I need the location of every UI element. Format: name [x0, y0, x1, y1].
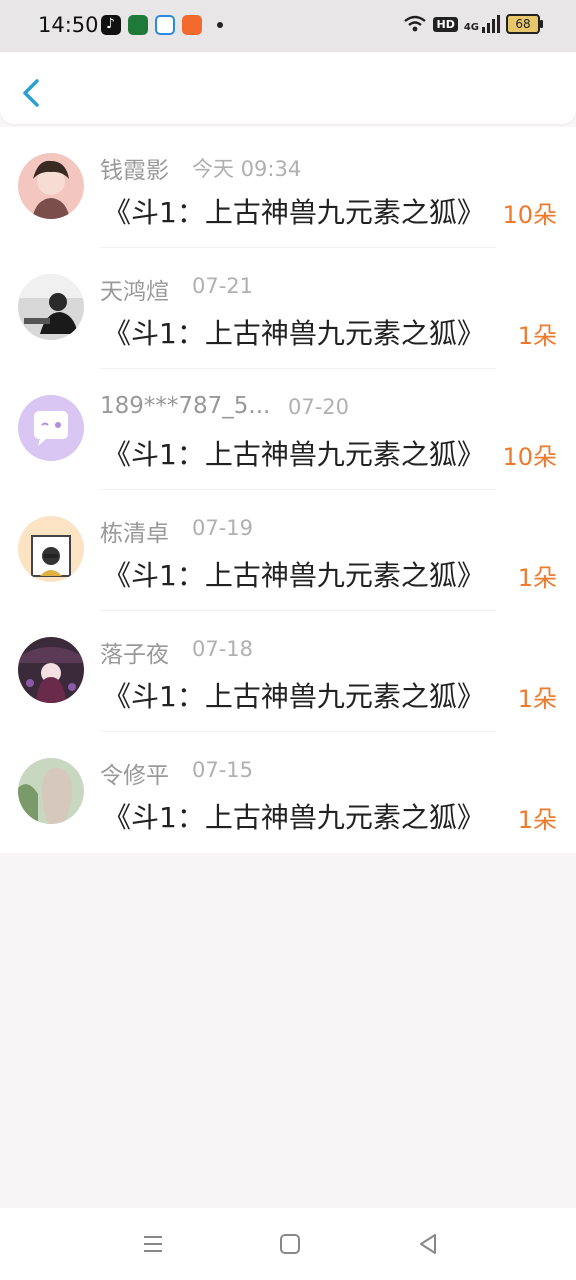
hd-icon: HD — [433, 16, 458, 32]
book-title: 《斗1：上古神兽九元素之狐》 — [103, 801, 485, 834]
flower-count: 10朵 — [502, 443, 557, 471]
wifi-icon — [404, 15, 427, 32]
back-triangle-icon[interactable] — [414, 1230, 442, 1258]
book-title: 《斗1：上古神兽九元素之狐》 — [103, 559, 485, 592]
network-label: 4G — [463, 22, 479, 33]
blue-app-icon — [155, 15, 175, 35]
list-item[interactable]: 令修平 07-15 《斗1：上古神兽九元素之狐》 1朵 — [0, 732, 576, 853]
home-square-icon[interactable] — [276, 1230, 304, 1258]
status-time: 14:50 — [38, 13, 99, 37]
status-right: HD 4G 68 — [403, 14, 543, 34]
sender-name: 落子夜 — [100, 642, 169, 668]
avatar — [18, 274, 84, 340]
avatar — [18, 758, 84, 824]
gift-date: 07-20 — [288, 395, 350, 419]
book-title: 《斗1：上古神兽九元素之狐》 — [103, 317, 485, 350]
orange-app-icon — [182, 15, 202, 35]
back-button[interactable] — [18, 76, 46, 110]
list-item[interactable]: 钱霞影 今天 09:34 《斗1：上古神兽九元素之狐》 10朵 — [0, 127, 576, 248]
green-app-icon — [128, 15, 148, 35]
list-item[interactable]: 天鸿煊 07-21 《斗1：上古神兽九元素之狐》 1朵 — [0, 248, 576, 369]
flower-count: 10朵 — [502, 201, 557, 229]
avatar — [18, 637, 84, 703]
avatar — [18, 395, 84, 461]
list-item[interactable]: 落子夜 07-18 《斗1：上古神兽九元素之狐》 1朵 — [0, 611, 576, 732]
sender-name: 天鸿煊 — [100, 279, 169, 305]
sender-name: 栋清卓 — [100, 521, 169, 547]
signal-icon: 4G — [464, 15, 500, 33]
list-item[interactable]: 189***787_5... 07-20 《斗1：上古神兽九元素之狐》 10朵 — [0, 369, 576, 490]
system-nav-bar — [0, 1208, 576, 1280]
gift-date: 07-18 — [192, 637, 254, 661]
list-item[interactable]: 栋清卓 07-19 《斗1：上古神兽九元素之狐》 1朵 — [0, 490, 576, 611]
status-bar: 14:50 HD 4G 68 — [0, 0, 576, 52]
more-notifications-dot — [217, 22, 223, 28]
flower-count: 1朵 — [517, 806, 557, 834]
sender-name: 令修平 — [100, 763, 169, 789]
sender-name: 189***787_5... — [100, 393, 271, 419]
flower-count: 1朵 — [517, 564, 557, 592]
header — [0, 52, 576, 124]
flower-count: 1朵 — [517, 685, 557, 713]
notification-icons — [101, 15, 223, 35]
gift-date: 07-15 — [192, 758, 254, 782]
avatar — [18, 153, 84, 219]
flower-count: 1朵 — [517, 322, 557, 350]
book-title: 《斗1：上古神兽九元素之狐》 — [103, 196, 485, 229]
book-title: 《斗1：上古神兽九元素之狐》 — [103, 438, 485, 471]
battery-icon: 68 — [506, 14, 543, 34]
gift-date: 07-19 — [192, 516, 254, 540]
avatar — [18, 516, 84, 582]
sender-name: 钱霞影 — [100, 158, 169, 184]
gift-date: 今天 09:34 — [192, 157, 302, 181]
gift-list: 钱霞影 今天 09:34 《斗1：上古神兽九元素之狐》 10朵 天鸿煊 07-2… — [0, 127, 576, 853]
book-title: 《斗1：上古神兽九元素之狐》 — [103, 680, 485, 713]
gift-date: 07-21 — [192, 274, 254, 298]
tiktok-icon — [101, 15, 121, 35]
menu-icon[interactable] — [139, 1230, 167, 1258]
